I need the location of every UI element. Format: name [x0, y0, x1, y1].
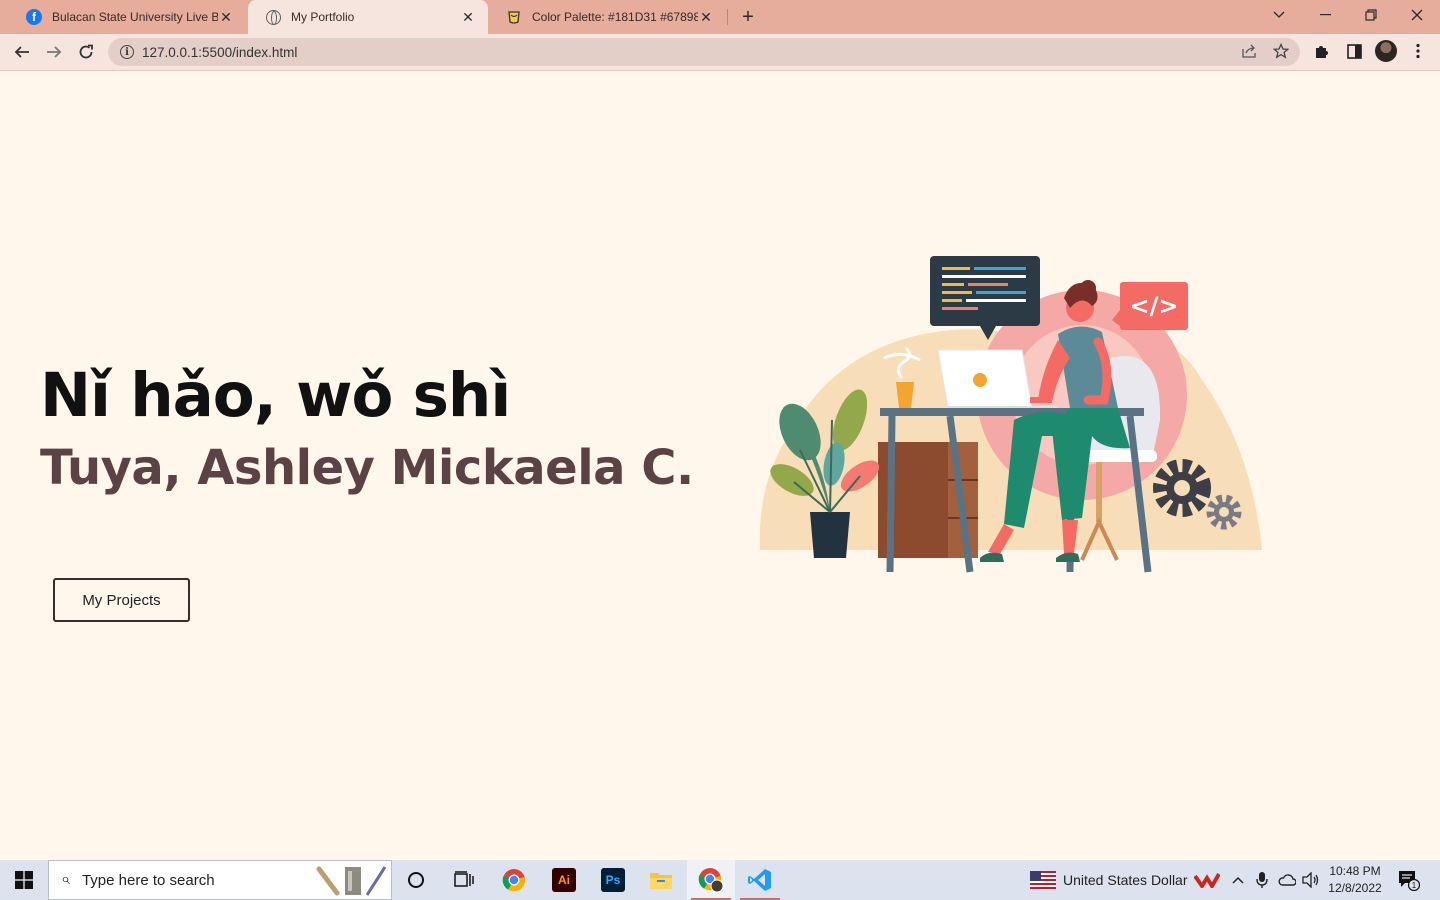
menu-button[interactable] — [1407, 40, 1429, 62]
chevron-down-icon — [1273, 11, 1285, 18]
star-icon — [1273, 43, 1289, 59]
chrome-profile-icon — [698, 868, 724, 893]
us-flag-icon — [1030, 871, 1056, 889]
taskbar-file-explorer[interactable] — [637, 860, 685, 900]
search-placeholder: Type here to search — [81, 871, 215, 889]
task-view-button[interactable] — [440, 860, 488, 900]
extensions-button[interactable] — [1311, 40, 1333, 62]
chair-leg — [1096, 462, 1102, 522]
arrow-left-icon — [14, 46, 29, 58]
tab-title: My Portfolio — [291, 10, 355, 24]
minimize-button[interactable] — [1302, 0, 1348, 30]
browser-toolbar: i 127.0.0.1:5500/index.html — [0, 34, 1440, 71]
close-icon[interactable]: ✕ — [698, 9, 714, 25]
tab-strip: f Bulacan State University Live Ban ✕ My… — [0, 0, 1440, 34]
taskbar-vscode[interactable] — [736, 860, 784, 900]
photoshop-icon: Ps — [601, 868, 625, 892]
onedrive-button[interactable] — [1278, 860, 1296, 900]
code-tag-text: </> — [1130, 292, 1179, 320]
taskbar-illustrator[interactable]: Ai — [540, 860, 588, 900]
taskbar-photoshop[interactable]: Ps — [589, 860, 637, 900]
folder-icon — [650, 873, 672, 889]
url-text: 127.0.0.1:5500/index.html — [142, 44, 298, 60]
code-tag-card: </> — [1112, 282, 1188, 330]
reload-button[interactable] — [72, 38, 100, 66]
avatar — [1375, 40, 1397, 62]
task-view-icon — [454, 871, 474, 887]
volume-button[interactable] — [1302, 860, 1320, 900]
microphone-button[interactable] — [1256, 860, 1268, 900]
puzzle-icon — [1316, 46, 1328, 58]
tab-title: Color Palette: #181D31 #678983 — [532, 10, 698, 24]
clock-date: 12/8/2022 — [1328, 881, 1382, 895]
windows-logo-icon — [15, 871, 33, 889]
cortana-button[interactable] — [392, 860, 440, 900]
arrow-right-icon — [47, 46, 62, 58]
tab-bulacan-state[interactable]: f Bulacan State University Live Ban ✕ — [8, 0, 246, 34]
share-icon — [1242, 44, 1256, 58]
close-icon[interactable]: ✕ — [218, 9, 234, 25]
taskbar-chrome-profile[interactable] — [687, 860, 735, 900]
restore-button[interactable] — [1348, 0, 1394, 30]
side-panel-icon — [1346, 43, 1362, 59]
clock-time: 10:48 PM — [1329, 864, 1381, 878]
tray-app-button[interactable] — [1194, 860, 1220, 900]
notification-icon: 1 — [1399, 871, 1420, 891]
tab-title: Bulacan State University Live Ban — [52, 10, 218, 24]
close-window-button[interactable] — [1394, 0, 1440, 30]
illustrator-icon: Ai — [552, 868, 576, 892]
tab-my-portfolio[interactable]: My Portfolio ✕ — [248, 0, 488, 34]
currency-widget[interactable]: United States Dollar — [1030, 860, 1188, 900]
chrome-icon — [502, 869, 526, 892]
my-projects-button[interactable]: My Projects — [53, 578, 190, 622]
hero-name: Tuya, Ashley Mickaela C. — [40, 440, 694, 496]
cloud-icon — [1278, 874, 1296, 886]
side-panel-button[interactable] — [1343, 40, 1365, 62]
chevron-up-icon — [1232, 876, 1244, 884]
notification-count: 1 — [1412, 881, 1417, 890]
microphone-icon — [1256, 872, 1268, 888]
facebook-icon: f — [26, 9, 42, 25]
vscode-icon — [748, 869, 771, 891]
bookmark-button[interactable] — [1270, 40, 1292, 62]
currency-label: United States Dollar — [1063, 872, 1188, 888]
windows-taskbar: ⌕ Type here to search Ai Ps United State… — [0, 860, 1440, 900]
info-icon[interactable]: i — [120, 45, 134, 59]
address-bar[interactable]: i 127.0.0.1:5500/index.html — [108, 38, 1300, 66]
show-hidden-icons-button[interactable] — [1232, 860, 1244, 900]
start-button[interactable] — [0, 860, 48, 900]
system-clock[interactable]: 10:48 PM 12/8/2022 — [1322, 863, 1388, 897]
new-tab-button[interactable]: + — [736, 5, 760, 29]
close-icon[interactable]: ✕ — [460, 9, 476, 25]
developer-illustration: </> — [759, 256, 1262, 573]
tab-search-button[interactable] — [1256, 0, 1302, 30]
tray-logo-icon — [1194, 872, 1220, 888]
globe-icon — [266, 9, 281, 25]
forward-button[interactable] — [40, 38, 68, 66]
back-button[interactable] — [8, 38, 36, 66]
hero-greeting: Nǐ hǎo, wǒ shì — [40, 360, 511, 431]
search-highlight-image — [316, 866, 387, 896]
tab-color-palette[interactable]: Color Palette: #181D31 #678983 ✕ — [488, 0, 726, 34]
profile-button[interactable] — [1375, 40, 1397, 62]
coffee-cup-icon — [506, 9, 522, 25]
taskbar-chrome[interactable] — [490, 860, 538, 900]
speaker-icon — [1302, 872, 1319, 888]
share-button[interactable] — [1238, 40, 1260, 62]
search-icon: ⌕ — [61, 871, 70, 888]
tab-divider — [727, 9, 728, 25]
cortana-circle-icon — [408, 872, 424, 888]
chair-seat — [1082, 450, 1157, 462]
kebab-menu-icon — [1416, 43, 1420, 59]
taskbar-search-input[interactable]: ⌕ Type here to search — [48, 860, 392, 900]
notifications-button[interactable]: 1 — [1398, 860, 1420, 900]
reload-icon — [79, 44, 93, 59]
